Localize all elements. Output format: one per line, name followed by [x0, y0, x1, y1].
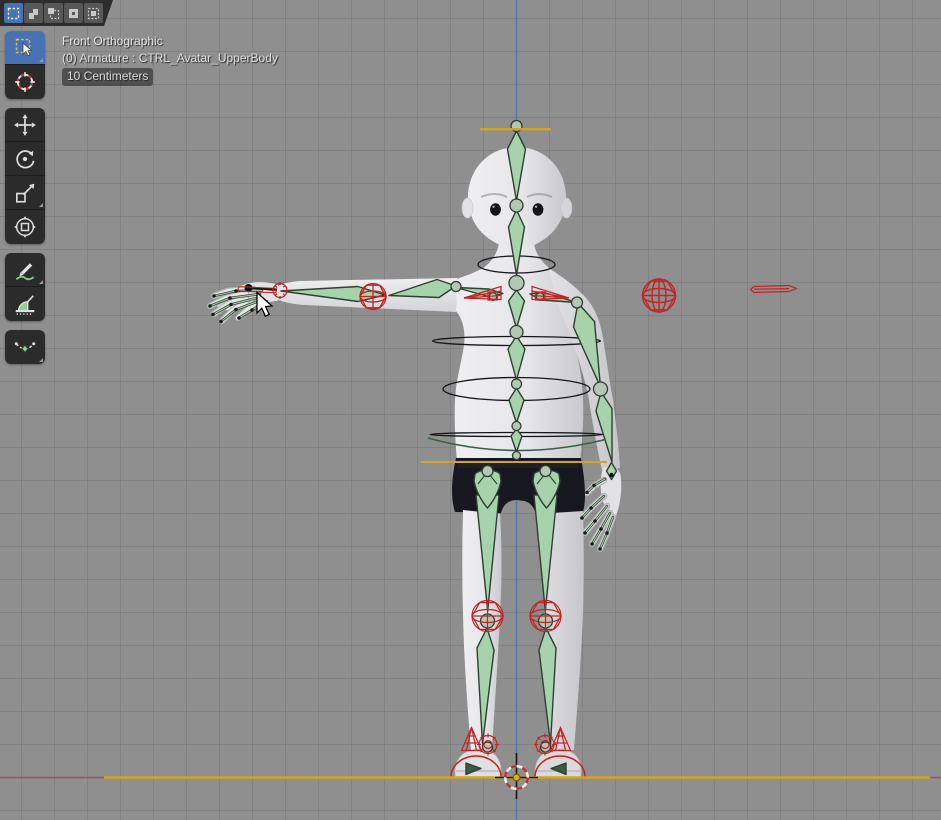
transform-tool-icon: [13, 215, 37, 239]
select-set-icon: [7, 7, 20, 20]
select-extend-icon: [27, 7, 40, 20]
rotate-tool-icon: [13, 147, 37, 171]
select-intersect-icon: [87, 7, 100, 20]
annotate-tool-button[interactable]: [5, 253, 45, 287]
move-tool-button[interactable]: [5, 108, 45, 142]
select-mode-intersect-button[interactable]: [84, 3, 103, 23]
measure-tool-icon: [13, 292, 37, 316]
ik-target-sphere: [643, 279, 676, 312]
scale-tool-button[interactable]: [5, 176, 45, 210]
select-subtract-icon: [47, 7, 60, 20]
select-mode-bar: [0, 0, 113, 26]
cursor-tool-icon: [13, 70, 37, 94]
tweak-select-tool-button[interactable]: [5, 31, 45, 65]
knee-sphere-left: [472, 601, 503, 632]
annotate-tool-icon: [13, 258, 37, 282]
viewport-info-text: Front Orthographic (0) Armature : CTRL_A…: [62, 33, 278, 86]
tweak-select-icon: [13, 36, 37, 60]
hand-joint-right[interactable]: [609, 473, 613, 477]
root-bone-head: [513, 774, 520, 781]
select-invert-icon: [67, 7, 80, 20]
select-mode-set-button[interactable]: [4, 3, 23, 23]
select-mode-extend-button[interactable]: [24, 3, 43, 23]
measure-tool-button[interactable]: [5, 287, 45, 321]
knee-sphere-right: [530, 601, 561, 632]
elbow-ik-sphere: [360, 284, 386, 310]
pose-breakdowner-icon: [13, 335, 37, 359]
hand-joint-left[interactable]: [245, 284, 253, 292]
pole-blade-control: [751, 286, 797, 293]
tool-shelf: [5, 31, 45, 373]
ear-left: [462, 198, 473, 218]
select-mode-invert-button[interactable]: [64, 3, 83, 23]
grid-scale-label: 10 Centimeters: [62, 68, 153, 86]
blender-3d-viewport[interactable]: { "viewport": { "view_name": "Front Orth…: [0, 0, 941, 820]
viewport-canvas[interactable]: [0, 0, 941, 820]
shoe-right: [535, 749, 581, 778]
transform-tool-button[interactable]: [5, 210, 45, 244]
rotate-tool-button[interactable]: [5, 142, 45, 176]
view-name-label: Front Orthographic: [62, 33, 278, 50]
select-mode-subtract-button[interactable]: [44, 3, 63, 23]
ear-right: [561, 198, 572, 218]
move-tool-icon: [13, 113, 37, 137]
cursor-tool-button[interactable]: [5, 65, 45, 99]
shoe-left: [455, 749, 501, 778]
active-object-label: (0) Armature : CTRL_Avatar_UpperBody: [62, 50, 278, 67]
pose-breakdowner-tool-button[interactable]: [5, 330, 45, 364]
scale-tool-icon: [13, 181, 37, 205]
